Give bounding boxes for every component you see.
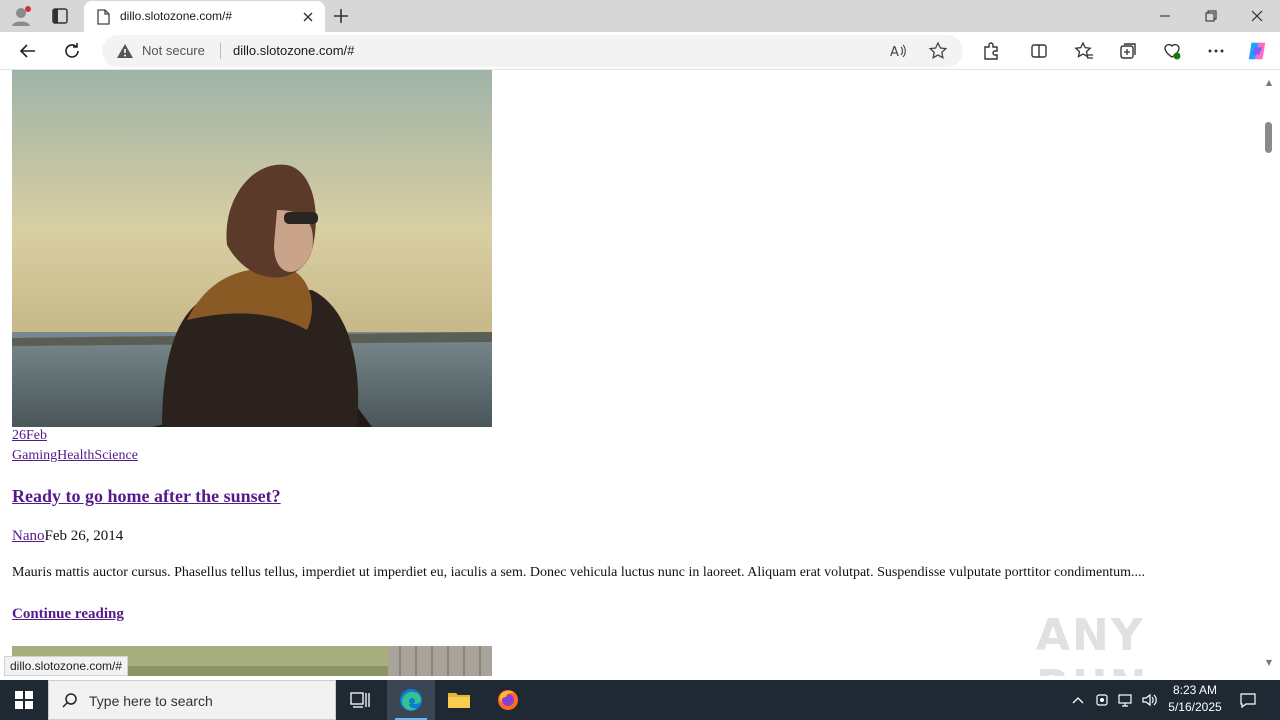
post-categories-link[interactable]: GamingHealthScience <box>12 448 138 464</box>
post-date-link[interactable]: 26Feb <box>12 428 47 444</box>
search-placeholder: Type here to search <box>89 693 213 709</box>
windows-logo-icon <box>15 691 33 709</box>
split-screen-icon[interactable] <box>1028 40 1050 62</box>
read-aloud-icon[interactable]: A <box>888 41 908 61</box>
notifications-icon[interactable] <box>1236 680 1260 720</box>
close-window-icon[interactable] <box>1234 0 1280 32</box>
warning-icon[interactable] <box>116 43 134 59</box>
close-tab-icon[interactable] <box>301 9 315 23</box>
scroll-thumb[interactable] <box>1265 122 1272 153</box>
toolbar: Not secure dillo.slotozone.com/# A <box>0 32 1280 70</box>
browser-essentials-icon[interactable] <box>1161 40 1183 62</box>
scroll-up-icon[interactable]: ▲ <box>1264 78 1274 88</box>
copilot-icon[interactable] <box>1246 40 1268 62</box>
clock-date: 5/16/2025 <box>1168 700 1222 714</box>
edge-taskbar-icon[interactable] <box>387 680 435 720</box>
address-bar[interactable]: Not secure dillo.slotozone.com/# A <box>102 35 963 67</box>
favorite-star-icon[interactable] <box>928 41 948 61</box>
more-options-icon[interactable] <box>1205 40 1227 62</box>
restore-icon[interactable] <box>1188 0 1234 32</box>
author-link[interactable]: Nano <box>12 528 45 544</box>
post-title-link[interactable]: Ready to go home after the sunset? <box>12 486 281 507</box>
network-icon[interactable] <box>1116 680 1136 720</box>
file-explorer-icon[interactable] <box>435 680 483 720</box>
taskbar: Type here to search 8:23 AM 5/16/2025 <box>0 680 1280 720</box>
taskbar-search-box[interactable]: Type here to search <box>48 680 336 720</box>
volume-icon[interactable] <box>1140 680 1160 720</box>
minimize-icon[interactable] <box>1142 0 1188 32</box>
back-icon[interactable] <box>17 40 39 62</box>
vertical-scrollbar[interactable]: ▲ ▼ <box>1262 70 1280 676</box>
post-featured-image[interactable] <box>12 70 492 427</box>
url-text[interactable]: dillo.slotozone.com/# <box>233 43 354 58</box>
favorites-icon[interactable] <box>1073 40 1095 62</box>
continue-reading-link[interactable]: Continue reading <box>12 606 124 623</box>
search-icon <box>61 692 79 710</box>
security-label[interactable]: Not secure <box>142 43 205 58</box>
watermark: ANY RUN <box>1036 610 1146 676</box>
extensions-icon[interactable] <box>980 40 1002 62</box>
post-excerpt: Mauris mattis auctor cursus. Phasellus t… <box>12 565 1145 580</box>
new-tab-icon[interactable] <box>331 6 351 26</box>
page-icon <box>96 9 110 25</box>
tab-active[interactable]: dillo.slotozone.com/# <box>84 1 325 32</box>
refresh-icon[interactable] <box>61 40 83 62</box>
page-viewport: 26Feb GamingHealthScience Ready to go ho… <box>0 70 1262 676</box>
svg-text:A: A <box>890 45 899 60</box>
post-date: Feb 26, 2014 <box>44 528 124 544</box>
task-view-icon[interactable] <box>336 680 384 720</box>
title-bar: dillo.slotozone.com/# <box>0 0 1280 32</box>
taskbar-clock[interactable]: 8:23 AM 5/16/2025 <box>1162 682 1228 716</box>
profile-icon[interactable] <box>9 5 33 27</box>
divider <box>220 43 221 59</box>
status-bar-url: dillo.slotozone.com/# <box>4 656 129 676</box>
show-hidden-icons-icon[interactable] <box>1068 680 1088 720</box>
clock-time: 8:23 AM <box>1172 683 1218 697</box>
tab-actions-icon[interactable] <box>48 4 72 28</box>
post-byline: NanoFeb 26, 2014 <box>12 528 123 545</box>
tab-title: dillo.slotozone.com/# <box>120 9 233 23</box>
firefox-icon[interactable] <box>484 680 532 720</box>
collections-icon[interactable] <box>1117 40 1139 62</box>
scroll-down-icon[interactable]: ▼ <box>1264 658 1274 668</box>
meet-now-icon[interactable] <box>1093 680 1113 720</box>
start-button[interactable] <box>0 680 48 720</box>
